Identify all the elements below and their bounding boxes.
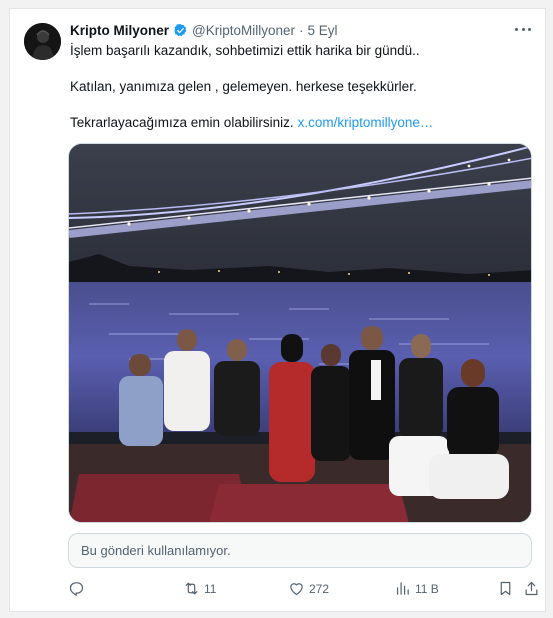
- avatar-image: [24, 23, 61, 60]
- like-icon: [290, 583, 303, 596]
- retweet-icon: [185, 582, 198, 595]
- user-handle[interactable]: @KriptoMillyoner: [192, 23, 295, 38]
- bookmark-icon: [500, 581, 511, 596]
- views-button[interactable]: 11 B: [394, 580, 439, 597]
- share-icon: [525, 581, 538, 596]
- tweet-line-1: İşlem başarılı kazandık, sohbetimizi ett…: [70, 43, 420, 58]
- separator-dot: ·: [299, 23, 304, 38]
- reply-button[interactable]: [68, 580, 89, 597]
- views-count: 11 B: [415, 581, 439, 596]
- tweet-text: İşlem başarılı kazandık, sohbetimizi ett…: [70, 42, 530, 132]
- tweet-photo[interactable]: [68, 143, 532, 523]
- like-button[interactable]: 272: [288, 580, 329, 597]
- share-button[interactable]: [523, 580, 540, 597]
- views-icon: [396, 582, 409, 595]
- display-name[interactable]: Kripto Milyoner: [70, 23, 169, 38]
- bookmark-button[interactable]: [497, 580, 514, 597]
- avatar[interactable]: [24, 23, 61, 60]
- retweet-count: 11: [204, 581, 217, 596]
- like-count: 272: [309, 581, 330, 596]
- more-icon[interactable]: [513, 21, 533, 37]
- unavailable-notice: Bu gönderi kullanılamıyor.: [68, 533, 532, 568]
- tweet-card: Kripto Milyoner @KriptoMillyoner · 5 Eyl…: [9, 8, 546, 612]
- retweet-button[interactable]: 11: [183, 580, 216, 597]
- tweet-line-3: Tekrarlayacağımıza emin olabilirsiniz. x.…: [70, 114, 530, 132]
- tweet-date[interactable]: 5 Eyl: [308, 23, 338, 38]
- verified-badge-icon: [174, 23, 187, 37]
- tweet-actions: 11 272 11 B: [68, 577, 538, 601]
- tweet-line-2: Katılan, yanımıza gelen , gelemeyen. her…: [70, 79, 417, 94]
- photo-night-bridge-group: [69, 144, 531, 522]
- tweet-line-3-text: Tekrarlayacağımıza emin olabilirsiniz.: [70, 115, 294, 130]
- tweet-link[interactable]: x.com/kriptomillyone…: [298, 115, 434, 130]
- tweet-header: Kripto Milyoner @KriptoMillyoner · 5 Eyl: [70, 23, 338, 38]
- reply-icon: [69, 582, 84, 596]
